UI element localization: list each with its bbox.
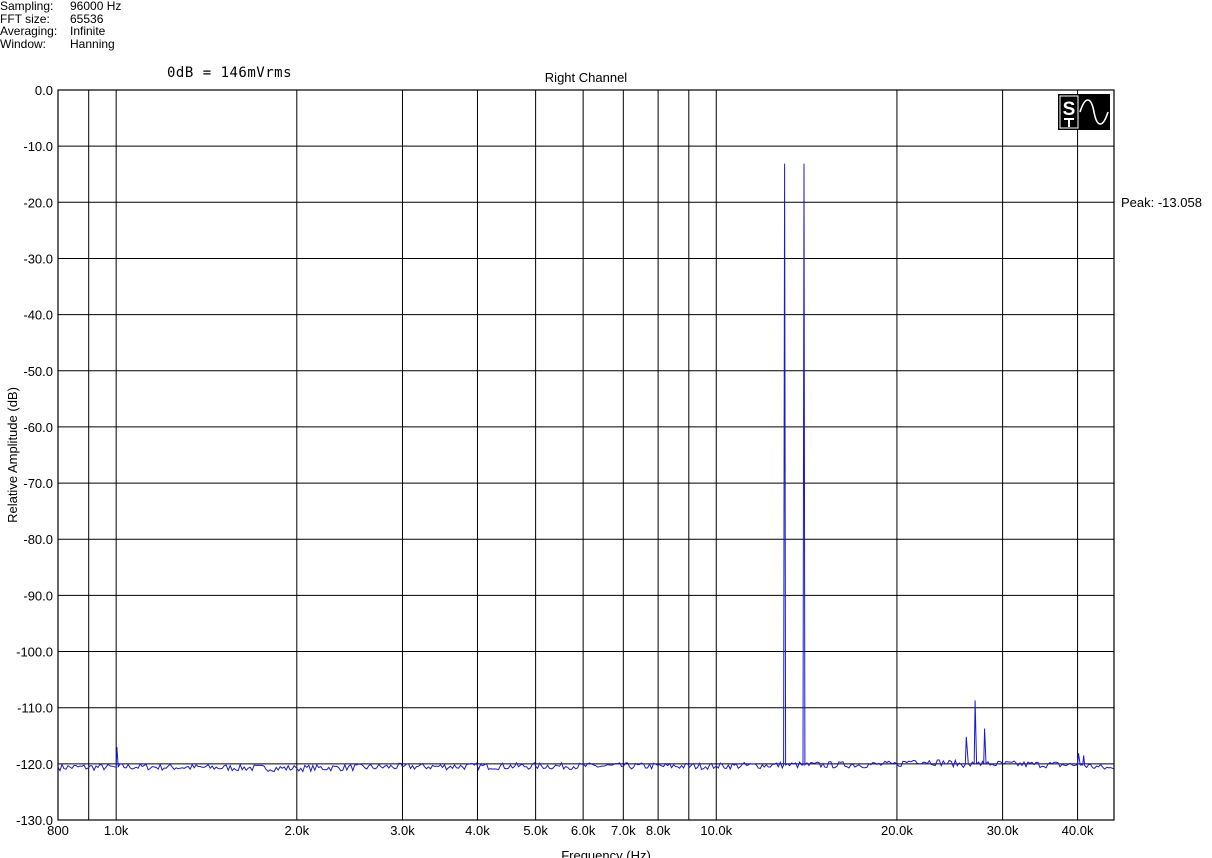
x-tick-label: 3.0k: [390, 823, 415, 838]
logo-letter: S: [1063, 99, 1076, 120]
x-tick-label: 20.0k: [881, 823, 913, 838]
soundtech-logo-icon: S: [1058, 94, 1110, 130]
x-tick-label: 1.0k: [104, 823, 129, 838]
x-tick-label: 5.0k: [523, 823, 548, 838]
x-tick-label: 800: [47, 823, 69, 838]
x-tick-label: 2.0k: [285, 823, 310, 838]
x-tick-label: 4.0k: [465, 823, 490, 838]
x-tick-label: 10.0k: [700, 823, 732, 838]
x-tick-label: 8.0k: [646, 823, 671, 838]
y-tick-label: -70.0: [23, 476, 53, 491]
y-tick-label: -40.0: [23, 308, 53, 323]
tick-labels: 0.0 -10.0 -20.0 -30.0 -40.0 -50.0 -60.0 -70.0 -8…: [16, 83, 1094, 838]
spectrum-trace: [57, 163, 1115, 773]
y-tick-label: -120.0: [16, 757, 53, 772]
x-tick-label: 40.0k: [1062, 823, 1094, 838]
y-tick-label: -60.0: [23, 420, 53, 435]
y-tick-label: 0.0: [35, 83, 53, 98]
x-axis-title: Frequency (Hz): [561, 848, 651, 858]
spectrum-chart: 0.0 -10.0 -20.0 -30.0 -40.0 -50.0 -60.0 -70.0 -8…: [5, 83, 1115, 858]
y-tick-label: -30.0: [23, 251, 53, 266]
x-tick-label: 6.0k: [571, 823, 596, 838]
grid-lines: [57, 89, 1114, 821]
y-tick-label: -90.0: [23, 588, 53, 603]
y-tick-label: -50.0: [23, 364, 53, 379]
y-tick-label: -110.0: [17, 701, 53, 716]
y-axis-title: Relative Amplitude (dB): [5, 387, 20, 523]
x-tick-label: 30.0k: [987, 823, 1019, 838]
x-tick-label: 7.0k: [611, 823, 636, 838]
y-tick-label: -10.0: [23, 139, 53, 154]
y-tick-label: -100.0: [16, 645, 53, 660]
y-tick-label: -20.0: [23, 195, 53, 210]
y-tick-label: -80.0: [23, 532, 53, 547]
plot-frame: [57, 89, 1115, 821]
trace-layer: [57, 163, 1115, 773]
